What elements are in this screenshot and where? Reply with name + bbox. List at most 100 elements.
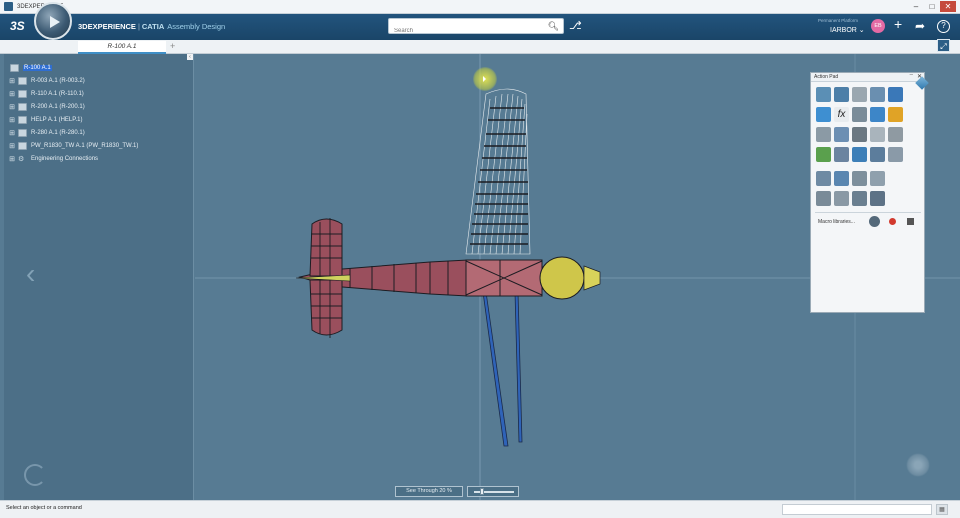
eraser-icon[interactable] — [870, 127, 885, 142]
search-box[interactable]: 🔍︎ — [388, 18, 564, 38]
command-input[interactable] — [782, 504, 932, 515]
action-pad-row — [816, 87, 906, 102]
pipette-icon[interactable] — [888, 127, 903, 142]
expand-icon[interactable]: ⊞ — [8, 116, 16, 124]
see-through-slider[interactable] — [467, 486, 519, 497]
app-icon — [4, 2, 13, 11]
macro-libraries-label[interactable]: Macro libraries... — [818, 219, 855, 225]
action-pad-row — [816, 171, 888, 186]
section-icon[interactable] — [870, 191, 885, 206]
3d-viewport[interactable]: ‹ R-100 A.1 ⊞ R-003 A.1 (R-003.2) ⊞ R-11… — [0, 54, 960, 500]
lower-wing-right — [514, 291, 523, 443]
expand-icon[interactable]: ⊞ — [8, 90, 16, 98]
tree-node[interactable]: ⊞ R-003 A.1 (R-003.2) — [8, 75, 85, 87]
slider-knob[interactable] — [480, 488, 484, 495]
tree-label: R-003 A.1 (R-003.2) — [31, 78, 85, 84]
structure-icon[interactable] — [852, 107, 867, 122]
existing-component-icon[interactable] — [852, 87, 867, 102]
previous-arrow-icon[interactable]: ‹ — [26, 258, 35, 290]
joystick-icon[interactable] — [834, 127, 849, 142]
wing-wireframe — [465, 88, 531, 255]
expand-icon[interactable]: ⊞ — [8, 129, 16, 137]
expand-icon[interactable]: ⊞ — [8, 103, 16, 111]
compass-button[interactable] — [34, 2, 72, 40]
replace-icon[interactable] — [870, 87, 885, 102]
brand-separator: | — [137, 22, 140, 31]
window-title-bar: 3DEXPERIENCE – □ ✕ — [0, 0, 960, 14]
command-icon[interactable]: ▦ — [936, 504, 948, 515]
close-button[interactable]: ✕ — [940, 1, 956, 12]
formula-icon[interactable]: fx — [834, 107, 849, 122]
tree-node[interactable]: ⊞ R-280 A.1 (R-280.1) — [8, 127, 85, 139]
bottle-icon[interactable] — [870, 147, 885, 162]
tree-label: HELP A.1 (HELP.1) — [31, 117, 83, 123]
pattern-icon[interactable] — [834, 171, 849, 186]
table-icon[interactable] — [816, 147, 831, 162]
user-menu[interactable]: IARBOR ⌄ — [830, 26, 865, 34]
maximize-button[interactable]: □ — [924, 1, 940, 12]
expand-icon[interactable]: ⊞ — [8, 155, 16, 163]
tree-node[interactable]: ⊞ PW_R1830_TW A.1 (PW_R1830_TW.1) — [8, 140, 138, 152]
insert-product-icon[interactable] — [816, 87, 831, 102]
macro-gear-icon[interactable] — [869, 216, 880, 227]
see-through-label: See Through 20 % — [395, 486, 463, 497]
tree-node[interactable]: ⊞ ⚙ Engineering Connections — [8, 153, 98, 165]
tab-r100[interactable]: R-100 A.1 — [78, 41, 166, 54]
stop-icon[interactable] — [907, 218, 914, 225]
tag-icon[interactable]: ⎇ — [569, 19, 582, 32]
bom-icon[interactable] — [834, 191, 849, 206]
tree-node[interactable]: ⊞ R-110 A.1 (R-110.1) — [8, 88, 84, 100]
connection-icon: ⚙ — [18, 156, 25, 163]
add-icon[interactable]: + — [894, 16, 902, 32]
tree-node-root[interactable]: R-100 A.1 — [8, 62, 52, 74]
ds-logo[interactable]: 3S — [10, 19, 25, 33]
tail-lower — [309, 279, 343, 336]
share-icon[interactable]: ➦ — [915, 19, 925, 33]
collapse-tree-icon[interactable]: ‹ — [187, 54, 193, 60]
assembly-icon[interactable] — [816, 171, 831, 186]
undo-icon[interactable] — [24, 464, 46, 486]
tree-label: Engineering Connections — [31, 156, 99, 162]
see-through-text: See Through — [406, 488, 438, 494]
expand-icon[interactable]: ⊞ — [8, 142, 16, 150]
refresh-icon[interactable] — [870, 107, 885, 122]
snap-icon[interactable] — [852, 171, 867, 186]
clash-icon[interactable] — [816, 191, 831, 206]
navigation-compass-icon[interactable] — [906, 453, 930, 477]
tree-node[interactable]: ⊞ HELP A.1 (HELP.1) — [8, 114, 82, 126]
part-icon — [18, 116, 27, 124]
action-pad-row — [816, 127, 906, 142]
tree-node[interactable]: ⊞ R-200 A.1 (R-200.1) — [8, 101, 85, 113]
pencil-icon[interactable] — [834, 147, 849, 162]
minimize-button[interactable]: – — [908, 1, 924, 12]
action-pad-minimize-icon[interactable]: – — [910, 72, 913, 78]
fix-icon[interactable] — [870, 171, 885, 186]
explode-icon[interactable] — [852, 191, 867, 206]
action-pad-row: fx — [816, 107, 906, 122]
expand-icon[interactable]: ⊞ — [8, 77, 16, 85]
tree-label: R-200 A.1 (R-200.1) — [31, 104, 85, 110]
measure-icon[interactable] — [816, 127, 831, 142]
avatar[interactable]: EB — [871, 19, 885, 33]
insert-part-icon[interactable] — [834, 87, 849, 102]
fullscreen-icon[interactable]: ⤢ — [937, 39, 950, 52]
product-icon — [10, 64, 19, 72]
material-icon[interactable] — [852, 127, 867, 142]
constraint-icon[interactable] — [852, 147, 867, 162]
help-icon[interactable]: ? — [937, 20, 950, 33]
sync-icon[interactable] — [888, 107, 903, 122]
lower-wing-left — [482, 291, 509, 447]
record-icon[interactable] — [889, 218, 896, 225]
action-pad-row — [816, 191, 888, 206]
engine-cowling — [539, 256, 585, 300]
update-icon[interactable] — [816, 107, 831, 122]
part-icon — [18, 103, 27, 111]
search-input[interactable] — [389, 24, 539, 38]
robot-icon[interactable] — [888, 147, 903, 162]
mouse-cursor-icon — [483, 76, 486, 82]
search-icon[interactable]: 🔍︎ — [548, 21, 559, 32]
part-icon — [18, 129, 27, 137]
action-pad-title: Action Pad — [811, 73, 924, 82]
add-tab-icon[interactable]: + — [170, 41, 175, 51]
publish-icon[interactable] — [888, 87, 903, 102]
